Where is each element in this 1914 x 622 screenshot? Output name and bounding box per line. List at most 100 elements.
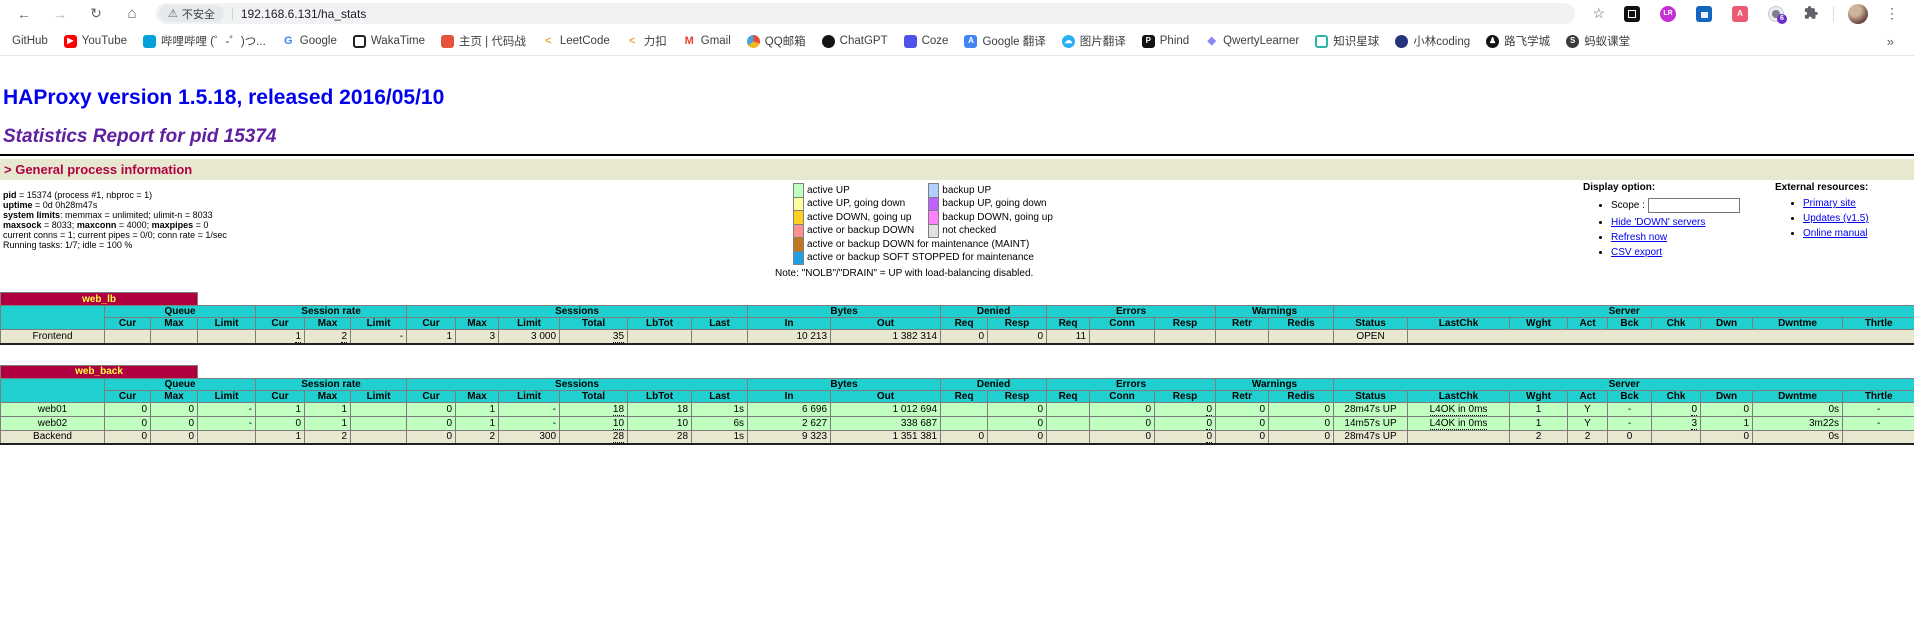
stat-cell	[198, 430, 256, 444]
stat-cell	[351, 430, 407, 444]
legend-row: active UP, going downbackup UP, going do…	[794, 197, 1067, 211]
google-favicon: G	[282, 35, 295, 48]
display-option-link[interactable]: CSV export	[1611, 247, 1662, 258]
stat-cell: 14m57s UP	[1334, 416, 1408, 430]
stat-cell	[105, 330, 151, 344]
bookmark-item[interactable]: S蚂蚁课堂	[1558, 30, 1638, 52]
external-resource-link[interactable]: Online manual	[1803, 228, 1867, 239]
column-header: Retr	[1216, 390, 1269, 402]
column-header: Resp	[1155, 318, 1216, 330]
luffy-favicon: ♟	[1486, 35, 1499, 48]
legend-row: active UPbackup UP	[794, 184, 1067, 198]
extension-lr-icon[interactable]: LR	[1660, 6, 1676, 22]
stat-cell: 2 627	[748, 416, 831, 430]
stat-cell: 1 382 314	[831, 330, 941, 344]
browser-menu-icon[interactable]: ⋮	[1885, 5, 1899, 22]
extension-reader-icon[interactable]	[1624, 6, 1640, 22]
bookmark-item[interactable]: PPhind	[1134, 30, 1197, 52]
proxy-title-row: web_back	[1, 365, 1914, 378]
back-icon[interactable]: ←	[11, 6, 37, 22]
stat-cell: 0	[1216, 430, 1269, 444]
stat-cell: 35	[560, 330, 628, 344]
bookmark-item[interactable]: ChatGPT	[814, 30, 896, 52]
stat-cell: 2	[305, 330, 351, 344]
stat-cell: 0	[151, 402, 198, 416]
stat-cell: 0	[1269, 402, 1334, 416]
profile-avatar[interactable]	[1848, 4, 1868, 24]
stat-cell: 28	[628, 430, 692, 444]
row-name: web01	[1, 402, 105, 416]
bookmark-item[interactable]: WakaTime	[345, 30, 433, 52]
display-option-link[interactable]: Refresh now	[1611, 232, 1667, 243]
column-group-row: QueueSession rateSessionsBytesDeniedErro…	[1, 306, 1914, 318]
likou-favicon: <	[626, 35, 639, 48]
address-bar[interactable]: ⚠ 不安全 192.168.6.131/ha_stats	[156, 3, 1575, 24]
bookmark-item[interactable]: GGoogle	[274, 30, 345, 52]
section-heading: > General process information	[0, 159, 1914, 180]
bookmark-item[interactable]: 主页 | 代码战	[433, 30, 534, 52]
external-resource-link[interactable]: Primary site	[1803, 198, 1856, 209]
codewar-favicon	[441, 35, 454, 48]
legend-label: backup UP	[939, 184, 1067, 198]
bookmark-item[interactable]: ♟路飞学城	[1478, 30, 1558, 52]
extension-badge: 6	[1777, 14, 1787, 24]
stat-cell: 1	[1510, 416, 1568, 430]
column-header: Status	[1334, 318, 1408, 330]
bookmark-star-icon[interactable]: ☆	[1592, 5, 1605, 22]
bookmarks-overflow-icon[interactable]: »	[1887, 34, 1894, 49]
stat-cell: 6 696	[748, 402, 831, 416]
bookmark-item[interactable]: QQ邮箱	[739, 30, 814, 52]
legend-row: active or backup DOWNnot checked	[794, 224, 1067, 238]
stat-cell: 1	[407, 330, 456, 344]
extension-wappalyzer-icon[interactable]: 6	[1768, 6, 1784, 22]
bookmark-item[interactable]: <LeetCode	[534, 30, 618, 52]
bookmark-item[interactable]: < 力扣	[618, 30, 675, 52]
stat-cell: 9 323	[748, 430, 831, 444]
stat-cell: 1	[256, 402, 305, 416]
stat-cell: L4OK in 0ms	[1408, 402, 1510, 416]
legend-label: active or backup DOWN for maintenance (M…	[804, 238, 1067, 252]
haproxy-version-link[interactable]: HAProxy version 1.5.18, released 2016/05…	[3, 86, 444, 109]
bookmark-item[interactable]: 哔哩哔哩 (゜-゜)つ...	[135, 30, 274, 52]
home-icon[interactable]: ⌂	[119, 5, 145, 22]
bookmark-item[interactable]: ▶YouTube	[56, 30, 135, 52]
extension-blue-icon[interactable]	[1696, 6, 1712, 22]
bookmark-label: 力扣	[644, 33, 667, 49]
process-info-line: pid = 15374 (process #1, nbproc = 1)	[3, 190, 227, 200]
scope-input[interactable]	[1648, 198, 1740, 213]
external-resources-heading: External resources:	[1775, 182, 1869, 193]
reload-icon[interactable]: ↻	[83, 5, 109, 22]
stat-cell: 0	[1155, 416, 1216, 430]
bookmark-item[interactable]: MGmail	[675, 30, 739, 52]
haproxy-stats-page: HAProxy version 1.5.18, released 2016/05…	[0, 86, 1914, 445]
column-header: Last	[692, 390, 748, 402]
bookmark-item[interactable]: 知识星球	[1307, 30, 1387, 52]
bookmark-item[interactable]: GitHub	[4, 30, 56, 52]
bookmark-item[interactable]: ☁图片翻译	[1054, 30, 1134, 52]
bookmark-item[interactable]: ◆QwertyLearner	[1197, 30, 1307, 52]
security-chip[interactable]: ⚠ 不安全	[159, 5, 224, 22]
extensions-puzzle-icon[interactable]	[1803, 5, 1818, 23]
forward-icon[interactable]: →	[47, 6, 73, 22]
external-resource-link[interactable]: Updates (v1.5)	[1803, 213, 1869, 224]
legend-label: active or backup SOFT STOPPED for mainte…	[804, 251, 1067, 265]
bookmark-item[interactable]: AGoogle 翻译	[956, 30, 1053, 52]
bookmark-item[interactable]: Coze	[896, 30, 957, 52]
table-row-web01: web0100-1101-18181s6 6961 012 6940000028…	[1, 402, 1914, 416]
column-header: Total	[560, 318, 628, 330]
stats-tables: web_lbQueueSession rateSessionsBytesDeni…	[0, 292, 1914, 445]
column-header-row: CurMaxLimitCurMaxLimitCurMaxLimitTotalLb…	[1, 318, 1914, 330]
stat-cell: -	[351, 330, 407, 344]
extension-translate-icon[interactable]: A	[1732, 6, 1748, 22]
external-resource-item: Updates (v1.5)	[1803, 213, 1869, 224]
bookmark-item[interactable]: 小林coding	[1387, 30, 1478, 52]
legend-swatch	[794, 238, 804, 252]
display-option-link[interactable]: Hide 'DOWN' servers	[1611, 217, 1705, 228]
column-header: Req	[1047, 390, 1090, 402]
stat-cell	[351, 416, 407, 430]
stat-cell: 0	[988, 330, 1047, 344]
stat-cell: -	[499, 416, 560, 430]
stat-cell	[1090, 330, 1155, 344]
bookmark-label: Coze	[922, 35, 949, 47]
legend-swatch	[794, 197, 804, 211]
